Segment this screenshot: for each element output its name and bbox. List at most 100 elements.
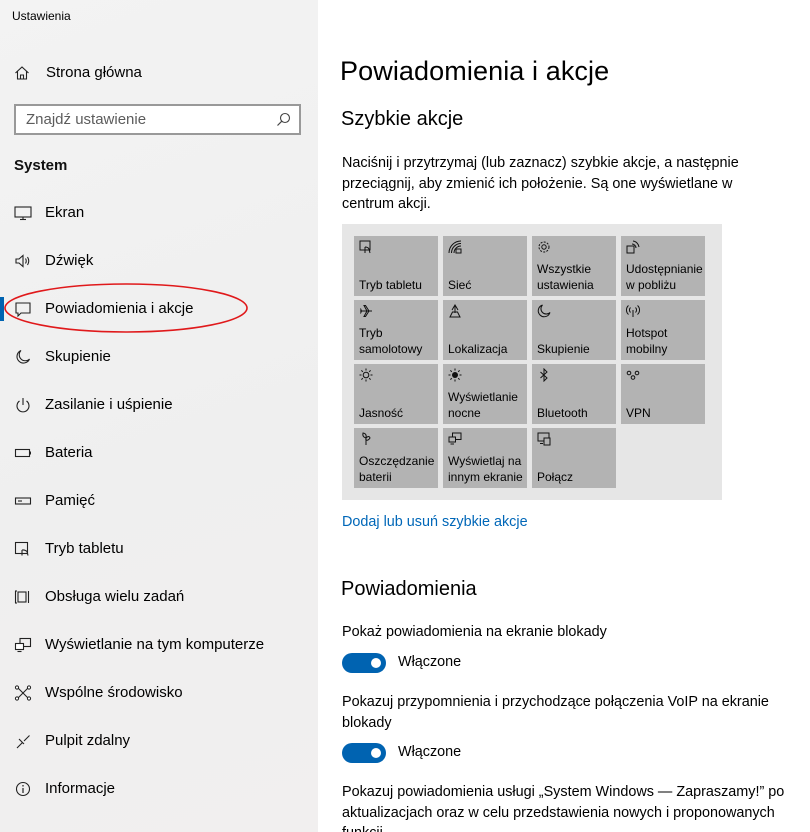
project-icon <box>14 637 32 653</box>
tile-tablet-mode[interactable]: Tryb tabletu <box>354 236 438 296</box>
section-heading: System <box>14 157 68 174</box>
sidebar-item-label: Wyświetlanie na tym komputerze <box>45 636 265 653</box>
tile-label: Skupienie <box>537 342 590 356</box>
sidebar-item-label: Ekran <box>45 204 85 221</box>
battery-icon <box>14 448 31 458</box>
home-label: Strona główna <box>46 64 142 81</box>
tile-label: Wyświetlanie nocne <box>448 390 518 420</box>
home-icon <box>15 66 29 80</box>
quick-actions-heading: Szybkie akcje <box>341 108 464 130</box>
sidebar-item-powiadomienia[interactable]: Powiadomienia i akcje <box>0 289 318 329</box>
sidebar-item-label: Zasilanie i uśpienie <box>45 396 173 413</box>
tile-network[interactable]: Sieć <box>443 236 527 296</box>
tile-label: Udostępnianie w pobliżu <box>626 262 703 292</box>
welcome-experience-text: Pokazuj powiadomienia usługi „System Win… <box>342 784 785 832</box>
night-light-icon <box>448 368 462 382</box>
tile-label: Sieć <box>448 278 472 292</box>
project-icon <box>448 432 462 445</box>
speaker-icon <box>15 254 30 268</box>
toggle-state-label: Włączone <box>398 744 462 760</box>
vpn-icon <box>626 370 640 380</box>
quick-actions-description: Naciśnij i przytrzymaj (lub zaznacz) szy… <box>342 155 739 212</box>
notifications-heading: Powiadomienia <box>341 578 477 600</box>
sidebar-item-dzwiek[interactable]: Dźwięk <box>0 241 318 281</box>
lock-screen-notifications-toggle[interactable] <box>342 653 386 673</box>
sidebar-item-label: Tryb tabletu <box>45 540 124 557</box>
sidebar-item-label: Pamięć <box>45 492 96 509</box>
tile-label: Jasność <box>359 406 404 420</box>
main-content: Powiadomienia i akcje Szybkie akcje Naci… <box>318 0 810 832</box>
tablet-icon <box>14 541 29 556</box>
tile-all-settings[interactable]: Wszystkie ustawienia <box>532 236 616 296</box>
airplane-icon <box>360 305 372 317</box>
tile-vpn[interactable]: VPN <box>621 364 705 424</box>
battery-saver-icon <box>362 432 371 445</box>
toggle-knob <box>371 748 381 758</box>
tile-label: Hotspot mobilny <box>626 326 668 356</box>
reminders-voip-text: Pokazuj przypomnienia i przychodzące poł… <box>342 694 769 731</box>
sidebar-item-pulpit-zdalny[interactable]: Pulpit zdalny <box>0 721 318 761</box>
sidebar-item-label: Pulpit zdalny <box>45 732 131 749</box>
sidebar-item-label: Skupienie <box>45 348 111 365</box>
selection-indicator <box>0 297 4 321</box>
sidebar-item-wielozadaniowosc[interactable]: Obsługa wielu zadań <box>0 577 318 617</box>
bluetooth-icon <box>540 368 548 382</box>
sidebar-item-ekran[interactable]: Ekran <box>0 193 318 233</box>
moon-icon <box>537 304 551 318</box>
sidebar-item-zasilanie[interactable]: Zasilanie i uśpienie <box>0 385 318 425</box>
connect-icon <box>537 432 551 446</box>
network-icon <box>448 240 462 254</box>
tile-label: VPN <box>626 406 651 420</box>
sidebar-item-tryb-tabletu[interactable]: Tryb tabletu <box>0 529 318 569</box>
tile-night-light[interactable]: Wyświetlanie nocne <box>443 364 527 424</box>
tile-label: Bluetooth <box>537 406 588 420</box>
sidebar-item-label: Bateria <box>45 444 93 461</box>
sidebar-item-informacje[interactable]: Informacje <box>0 769 318 809</box>
brightness-icon <box>359 368 373 382</box>
tile-mobile-hotspot[interactable]: Hotspot mobilny <box>621 300 705 360</box>
search-box[interactable] <box>14 104 301 135</box>
tile-brightness[interactable]: Jasność <box>354 364 438 424</box>
moon-icon <box>16 349 31 364</box>
tablet-mode-icon <box>359 240 371 254</box>
tile-nearby-sharing[interactable]: Udostępnianie w pobliżu <box>621 236 705 296</box>
power-icon <box>16 398 30 413</box>
storage-icon <box>14 497 32 505</box>
tile-project[interactable]: Wyświetlaj na innym ekranie <box>443 428 527 488</box>
toggle-state-label: Włączone <box>398 654 462 670</box>
tile-location[interactable]: Lokalizacja <box>443 300 527 360</box>
toggle-knob <box>371 658 381 668</box>
sidebar-item-label: Informacje <box>45 780 116 797</box>
sidebar-item-label: Wspólne środowisko <box>45 684 183 701</box>
multitasking-icon <box>14 590 30 604</box>
tile-label: Połącz <box>537 470 574 484</box>
tile-label: Wszystkie ustawienia <box>537 262 594 292</box>
tile-connect[interactable]: Połącz <box>532 428 616 488</box>
sidebar-item-pamiec[interactable]: Pamięć <box>0 481 318 521</box>
nearby-share-icon <box>626 240 640 254</box>
sidebar-item-skupienie[interactable]: Skupienie <box>0 337 318 377</box>
tile-label: Oszczędzanie baterii <box>359 454 435 484</box>
sidebar-item-wyswietlanie[interactable]: Wyświetlanie na tym komputerze <box>0 625 318 665</box>
tile-airplane-mode[interactable]: Tryb samolotowy <box>354 300 438 360</box>
tile-bluetooth[interactable]: Bluetooth <box>532 364 616 424</box>
search-icon[interactable] <box>276 112 291 127</box>
search-input[interactable] <box>16 106 266 133</box>
remote-desktop-icon <box>16 735 30 749</box>
quick-actions-panel: Tryb tabletu Sieć Wszystkie ustawienia U… <box>342 224 722 500</box>
window-title: Ustawienia <box>12 9 71 23</box>
sidebar-item-label: Obsługa wielu zadań <box>45 588 185 605</box>
lock-screen-notifications-text: Pokaż powiadomienia na ekranie blokady <box>342 624 607 640</box>
notification-icon <box>15 302 31 317</box>
location-icon <box>449 304 461 318</box>
tile-label: Tryb samolotowy <box>359 326 423 356</box>
reminders-voip-toggle[interactable] <box>342 743 386 763</box>
tile-battery-saver[interactable]: Oszczędzanie baterii <box>354 428 438 488</box>
info-icon <box>15 781 31 797</box>
sidebar: Ustawienia Strona główna System Ekran Dź… <box>0 0 318 832</box>
tile-focus-assist[interactable]: Skupienie <box>532 300 616 360</box>
sidebar-item-bateria[interactable]: Bateria <box>0 433 318 473</box>
edit-quick-actions-link[interactable]: Dodaj lub usuń szybkie akcje <box>342 514 528 530</box>
sidebar-item-wspolne-srodowisko[interactable]: Wspólne środowisko <box>0 673 318 713</box>
home-nav-item[interactable]: Strona główna <box>0 52 318 92</box>
